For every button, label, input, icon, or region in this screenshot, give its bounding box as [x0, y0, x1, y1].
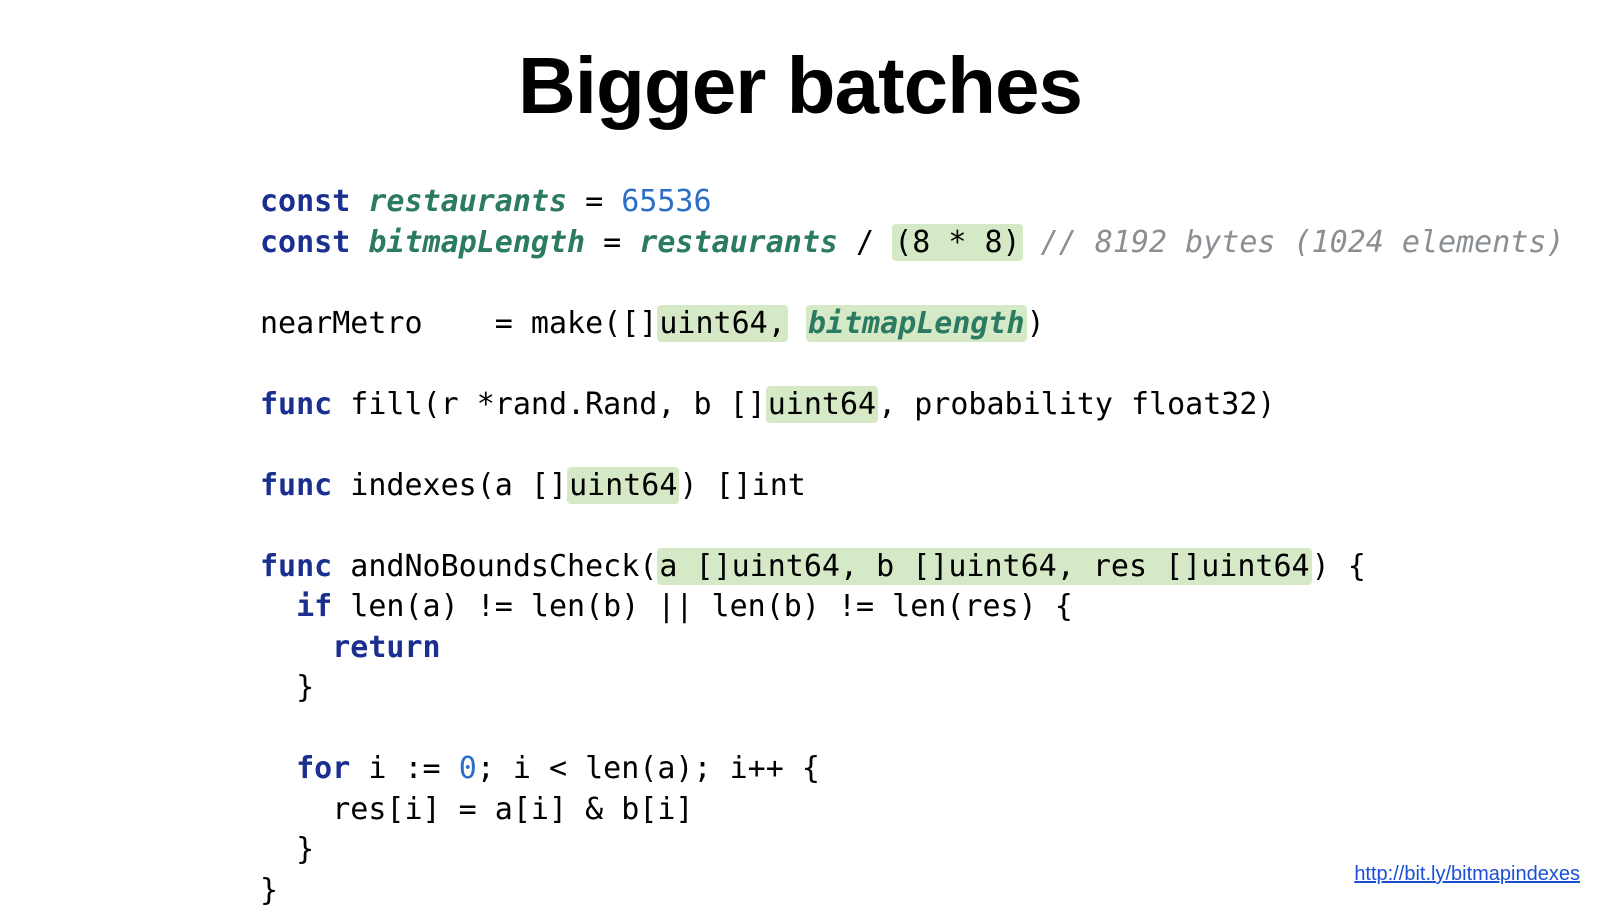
text: =	[567, 184, 621, 219]
text: res[i] = a[i] & b[i]	[260, 792, 693, 827]
text: indexes(a []	[332, 468, 567, 503]
keyword-const: const	[260, 225, 350, 260]
highlight-ident: bitmapLength	[806, 305, 1027, 342]
keyword-return: return	[332, 630, 440, 665]
text: )	[1027, 306, 1045, 341]
comment: // 8192 bytes (1024 elements)	[1023, 225, 1565, 260]
text: , probability float32)	[878, 387, 1275, 422]
text: ; i < len(a); i++ {	[477, 751, 820, 786]
keyword-func: func	[260, 387, 332, 422]
ident-bitmapLength: bitmapLength	[368, 225, 585, 260]
text: ) {	[1312, 549, 1366, 584]
text: }	[260, 873, 278, 908]
text: }	[260, 670, 314, 705]
text: nearMetro = make([]	[260, 306, 657, 341]
keyword-func: func	[260, 468, 332, 503]
text: /	[838, 225, 892, 260]
highlight: uint64	[567, 467, 679, 504]
highlight: uint64,	[657, 305, 787, 342]
ident-restaurants: restaurants	[639, 225, 838, 260]
highlight: (8 * 8)	[892, 224, 1022, 261]
keyword-if: if	[296, 589, 332, 624]
number: 0	[459, 751, 477, 786]
number: 65536	[621, 184, 711, 219]
text: =	[585, 225, 639, 260]
code-block: const restaurants = 65536 const bitmapLe…	[260, 182, 1600, 911]
highlight: uint64	[766, 386, 878, 423]
text: len(a) != len(b) || len(b) != len(res) {	[332, 589, 1073, 624]
text: andNoBoundsCheck(	[332, 549, 657, 584]
text	[788, 306, 806, 341]
text: ) []int	[679, 468, 805, 503]
slide-title: Bigger batches	[0, 40, 1600, 132]
ident-restaurants: restaurants	[368, 184, 567, 219]
text: fill(r *rand.Rand, b []	[332, 387, 765, 422]
keyword-const: const	[260, 184, 350, 219]
footer-link[interactable]: http://bit.ly/bitmapindexes	[1354, 863, 1580, 886]
text: i :=	[350, 751, 458, 786]
highlight: a []uint64, b []uint64, res []uint64	[657, 548, 1311, 585]
text: }	[260, 832, 314, 867]
keyword-for: for	[296, 751, 350, 786]
keyword-func: func	[260, 549, 332, 584]
slide: Bigger batches const restaurants = 65536…	[0, 0, 1600, 900]
